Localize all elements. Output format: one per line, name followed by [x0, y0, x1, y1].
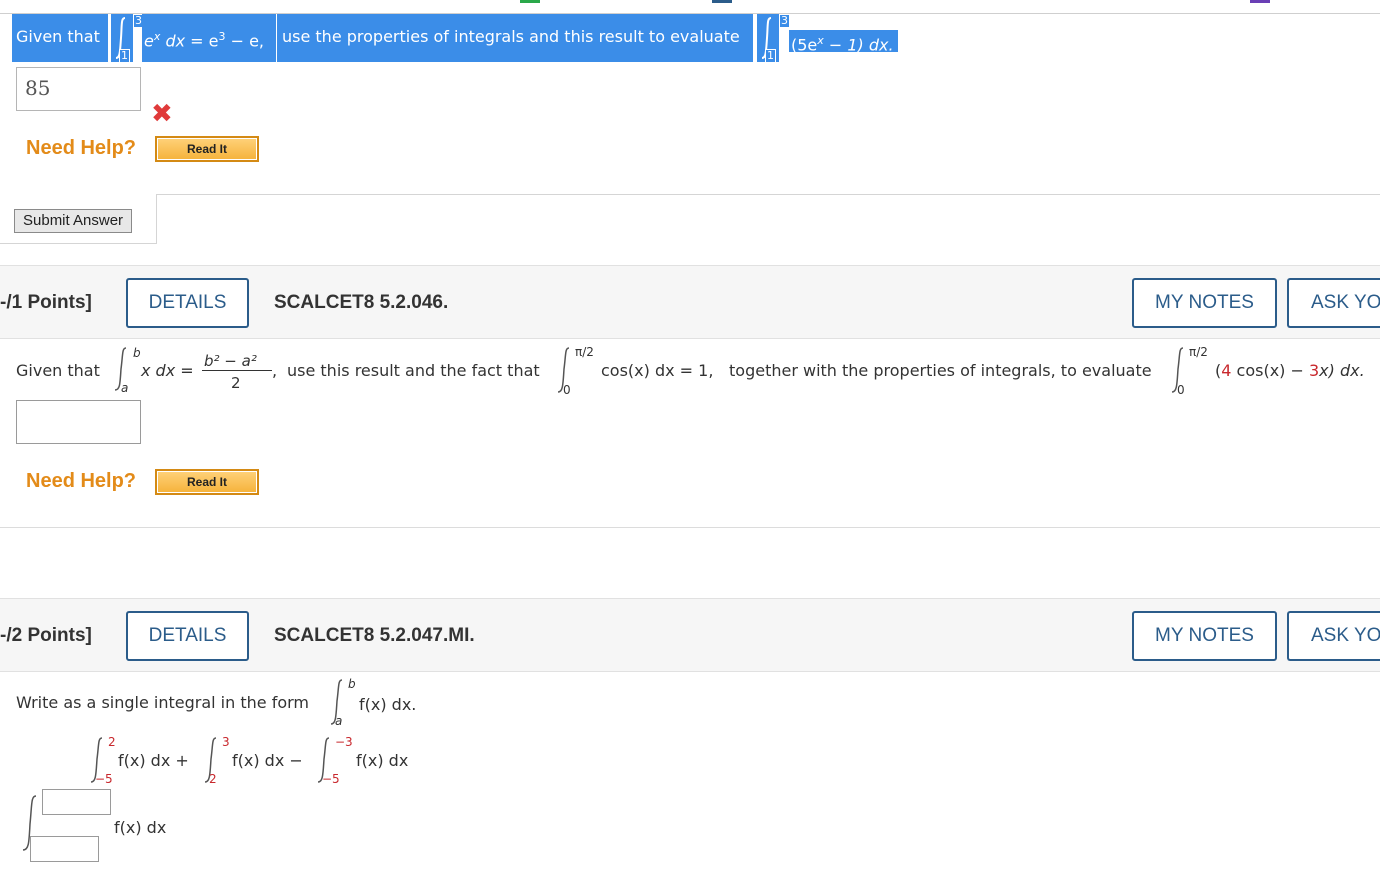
problem-code: SCALCET8 5.2.046. [274, 292, 449, 313]
integral-upper-limit: b [348, 677, 356, 691]
cos-integral-text: cos(x) dx = 1, [601, 361, 714, 380]
given-equation: ex dx = e3 − e, [142, 14, 276, 62]
integral-lower-limit: 0 [563, 383, 571, 397]
problem1-instruction: use the properties of integrals and this… [277, 14, 753, 62]
given-label: Given that [16, 361, 100, 380]
lower-limit-input[interactable] [30, 836, 99, 862]
instruction-text: Write as a single integral in the form [16, 693, 309, 712]
x-dx-text: x dx = [141, 361, 194, 380]
fraction-denominator: 2 [231, 374, 241, 392]
integral-lower-limit: 1 [119, 49, 130, 63]
problem-code: SCALCET8 5.2.047.MI. [274, 625, 475, 646]
points-label: -/1 Points] [0, 292, 92, 313]
integral-upper-limit: b [133, 346, 141, 360]
integral-lower-limit: −5 [322, 772, 340, 786]
form-integrand: f(x) dx. [359, 695, 417, 714]
answer-input[interactable] [16, 400, 141, 444]
fraction-bar [202, 370, 272, 371]
instruction-text: together with the properties of integral… [729, 361, 1152, 380]
integral-upper-limit: −3 [335, 735, 353, 749]
term1-integrand: f(x) dx + [118, 751, 189, 770]
top-tab-marker [1250, 0, 1270, 3]
details-button[interactable]: DETAILS [126, 611, 249, 661]
integral-upper-limit: 3 [779, 14, 790, 28]
read-it-button[interactable]: Read It [155, 136, 259, 162]
term2-integrand: f(x) dx − [232, 751, 303, 770]
integral-lower-limit: 2 [209, 772, 217, 786]
my-notes-button[interactable]: MY NOTES [1132, 611, 1277, 661]
my-notes-button[interactable]: MY NOTES [1132, 278, 1277, 328]
given-label: Given that [12, 14, 108, 62]
section-divider [0, 527, 1380, 528]
eval-integrand: (5ex − 1) dx. [789, 30, 898, 54]
integral-upper-limit: π/2 [1189, 345, 1208, 359]
points-label: -/2 Points] [0, 625, 92, 646]
integral-upper-limit: π/2 [575, 345, 594, 359]
submit-answer-button[interactable]: Submit Answer [14, 209, 133, 233]
integral-lower-limit: 1 [765, 49, 776, 63]
submit-area-border [156, 194, 157, 244]
integral-lower-limit: −5 [95, 772, 113, 786]
answer-integrand: f(x) dx [114, 818, 167, 837]
top-tab-marker [712, 0, 732, 3]
top-tab-marker [520, 0, 540, 3]
eval-integrand: (4 cos(x) − 3x) dx. [1215, 361, 1365, 380]
integral-lower-limit: 0 [1177, 383, 1185, 397]
submit-area-border [156, 194, 1380, 195]
fraction-numerator: b² − a² [204, 352, 257, 370]
incorrect-x-icon: ✖ [151, 99, 173, 129]
need-help-label: Need Help? [26, 470, 137, 492]
details-button[interactable]: DETAILS [126, 278, 249, 328]
answer-input[interactable]: 85 [16, 67, 141, 111]
need-help-label: Need Help? [26, 137, 137, 159]
ask-your-teacher-button[interactable]: ASK YO [1287, 611, 1380, 661]
ask-your-teacher-button[interactable]: ASK YO [1287, 278, 1380, 328]
integral-lower-limit: a [335, 714, 343, 728]
comma: , [272, 361, 278, 380]
instruction-text: use this result and the fact that [287, 361, 540, 380]
upper-limit-input[interactable] [42, 789, 111, 815]
term3-integrand: f(x) dx [356, 751, 409, 770]
integral-upper-limit: 3 [222, 735, 230, 749]
integral-upper-limit: 2 [108, 735, 116, 749]
integral-lower-limit: a [121, 381, 129, 395]
read-it-button[interactable]: Read It [155, 469, 259, 495]
submit-area-border [0, 243, 157, 244]
